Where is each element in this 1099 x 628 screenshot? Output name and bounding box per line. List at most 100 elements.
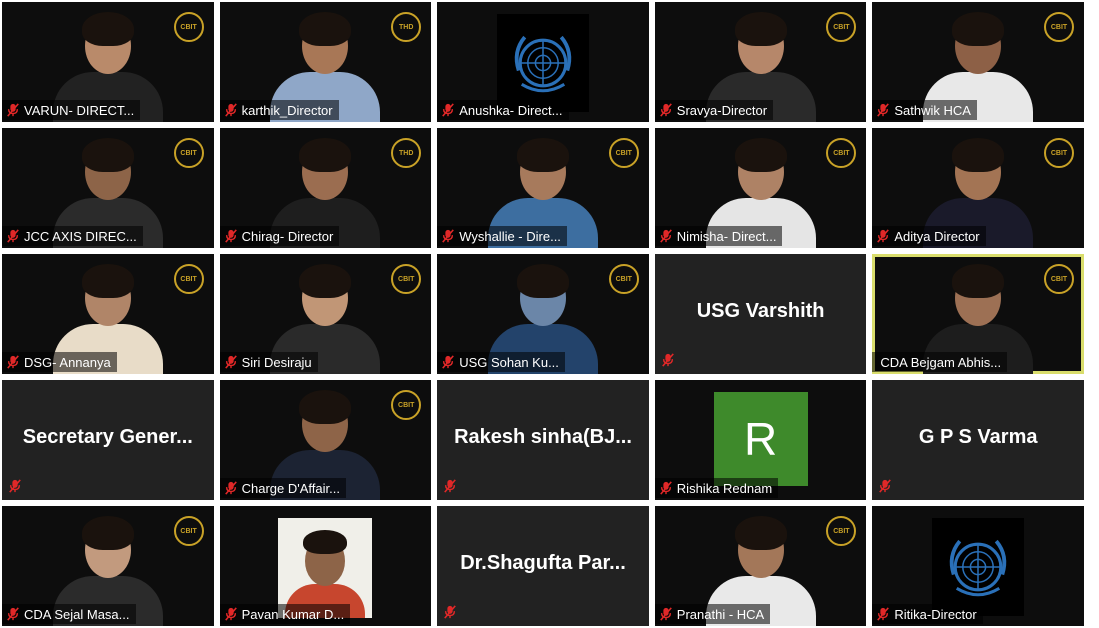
participant-name-label: JCC AXIS DIREC... [2, 226, 143, 246]
participant-tile[interactable]: CBIT CDA Bejgam Abhis... [872, 254, 1084, 374]
participant-tile[interactable]: Anushka- Direct... [437, 2, 649, 122]
logo-emblem-icon: THD [391, 12, 422, 42]
mic-muted-icon [655, 604, 677, 624]
participant-name: Sravya-Director [676, 102, 768, 118]
logo-emblem-icon: CBIT [1044, 264, 1074, 294]
mic-muted-icon [2, 604, 24, 624]
participant-name-label: USG Sohan Ku... [437, 352, 565, 372]
participant-name: Ritika-Director [894, 606, 977, 622]
participant-name: Anushka- Direct... [459, 102, 563, 118]
participant-display-name: USG Varshith [696, 300, 825, 323]
participant-name-label: Wyshallie - Dire... [437, 226, 567, 246]
participant-name-label: Nimisha- Direct... [654, 226, 783, 246]
participant-tile[interactable]: CBIT Siri Desiraju [219, 254, 432, 374]
logo-emblem-icon: CBIT [173, 12, 204, 42]
mic-muted-icon [4, 476, 26, 496]
participant-name: Sathwik HCA [894, 102, 971, 118]
participant-tile[interactable]: CBIT JCC AXIS DIREC... [2, 128, 214, 248]
mic-muted-icon [872, 226, 894, 246]
mic-muted-icon [655, 226, 677, 246]
participant-name-label: VARUN- DIRECT... [2, 100, 141, 120]
participant-name: karthik_Director [241, 102, 333, 118]
participant-tile[interactable]: Secretary Gener... [2, 380, 214, 500]
participant-name-label: Rishika Rednam [654, 478, 779, 498]
participant-tile[interactable]: CBIT USG Sohan Ku... [437, 254, 649, 374]
participant-name-label: CDA Bejgam Abhis... [872, 352, 1008, 372]
mic-muted-icon [220, 226, 242, 246]
participant-name: Charge D'Affair... [241, 480, 340, 496]
participant-name-label: Sravya-Director [654, 100, 774, 120]
participant-name: VARUN- DIRECT... [24, 102, 135, 118]
mic-muted-icon [872, 604, 894, 624]
participant-name-label: karthik_Director [219, 100, 339, 120]
participant-tile[interactable]: CBIT Wyshallie - Dire... [437, 128, 649, 248]
mic-muted-icon [657, 350, 679, 370]
logo-emblem-icon: CBIT [1044, 138, 1074, 168]
participant-display-name: Secretary Gener... [22, 426, 193, 449]
participant-name-label: Aditya Director [872, 226, 986, 246]
avatar: R [713, 392, 808, 486]
participant-tile[interactable]: USG Varshith [654, 254, 867, 374]
participant-tile[interactable]: CBIT Nimisha- Direct... [654, 128, 867, 248]
mic-muted-icon [874, 476, 896, 496]
participant-display-name: Dr.Shagufta Par... [460, 552, 626, 575]
participant-tile[interactable]: Dr.Shagufta Par... [437, 506, 649, 626]
participant-name-label: Ritika-Director [872, 604, 983, 624]
participant-tile[interactable]: G P S Varma [872, 380, 1084, 500]
participant-tile[interactable]: THD Chirag- Director [219, 128, 432, 248]
participant-name: Nimisha- Direct... [676, 228, 777, 244]
participant-name: USG Sohan Ku... [459, 354, 559, 370]
mic-muted-icon [872, 100, 894, 120]
logo-emblem-icon: THD [391, 138, 422, 168]
participant-tile[interactable]: THD karthik_Director [219, 2, 432, 122]
logo-emblem-icon: CBIT [173, 264, 204, 294]
participant-name: CDA Sejal Masa... [24, 606, 130, 622]
participant-name-label: Anushka- Direct... [437, 100, 569, 120]
mic-muted-icon [439, 602, 461, 622]
participant-tile[interactable]: CBIT Aditya Director [872, 128, 1084, 248]
participant-name-label: CDA Sejal Masa... [2, 604, 136, 624]
participant-name-label: Chirag- Director [219, 226, 340, 246]
mic-muted-icon [437, 100, 459, 120]
logo-emblem-icon: CBIT [391, 390, 422, 420]
participant-tile[interactable]: CBIT Pranathi - HCA [654, 506, 867, 626]
mic-muted-icon [2, 100, 24, 120]
logo-emblem-icon: CBIT [608, 264, 639, 294]
participant-display-name: G P S Varma [918, 426, 1038, 449]
participant-tile[interactable]: Rakesh sinha(BJ... [437, 380, 649, 500]
mic-muted-icon [220, 478, 242, 498]
participant-name: Pranathi - HCA [676, 606, 765, 622]
participant-name-label: Charge D'Affair... [219, 478, 346, 498]
profile-photo [278, 518, 373, 618]
participant-tile[interactable]: CBIT Sravya-Director [654, 2, 867, 122]
participant-tile[interactable]: CBIT DSG- Annanya [2, 254, 214, 374]
mic-muted-icon [220, 352, 242, 372]
participant-name: CDA Bejgam Abhis... [880, 354, 1002, 370]
participant-tile[interactable]: CBIT Charge D'Affair... [219, 380, 432, 500]
participant-name: Chirag- Director [241, 228, 334, 244]
logo-emblem-icon: CBIT [391, 264, 422, 294]
logo-emblem-icon: CBIT [1044, 12, 1074, 42]
participant-tile[interactable]: CBIT VARUN- DIRECT... [2, 2, 214, 122]
participant-name: DSG- Annanya [24, 354, 111, 370]
participant-name-label: Sathwik HCA [872, 100, 977, 120]
logo-emblem-icon: CBIT [608, 138, 639, 168]
participant-name-label: Pavan Kumar D... [219, 604, 351, 624]
un-emblem-icon [932, 518, 1025, 616]
mic-muted-icon [220, 100, 242, 120]
mic-muted-icon [220, 604, 242, 624]
mic-muted-icon [655, 478, 677, 498]
participant-display-name: Rakesh sinha(BJ... [454, 426, 632, 449]
participant-name: JCC AXIS DIREC... [24, 228, 137, 244]
mic-muted-icon [439, 476, 461, 496]
participant-tile[interactable]: R Rishika Rednam [654, 380, 867, 500]
participant-tile[interactable]: CBIT Sathwik HCA [872, 2, 1084, 122]
mic-muted-icon [2, 226, 24, 246]
participant-tile[interactable]: Pavan Kumar D... [219, 506, 432, 626]
un-emblem-icon [496, 14, 589, 112]
participant-tile[interactable]: CBIT CDA Sejal Masa... [2, 506, 214, 626]
mic-muted-icon [437, 226, 459, 246]
participant-tile[interactable]: Ritika-Director [872, 506, 1084, 626]
participant-name-label: Siri Desiraju [219, 352, 318, 372]
participant-name: Aditya Director [894, 228, 980, 244]
